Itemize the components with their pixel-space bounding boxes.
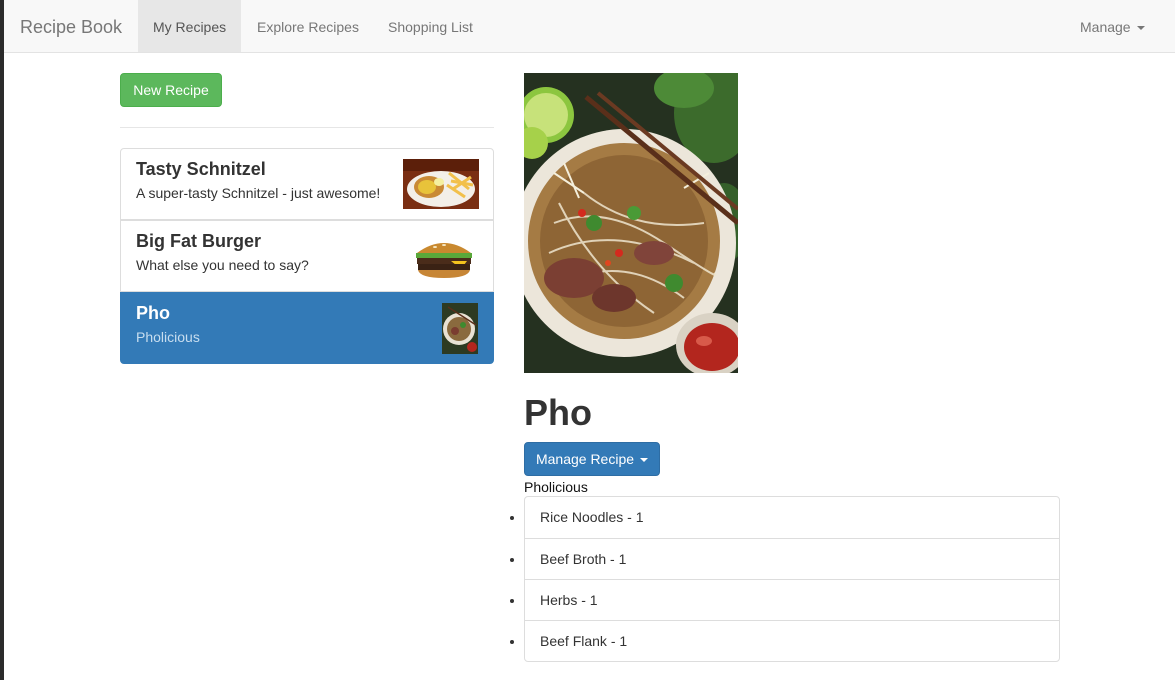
recipe-description: What else you need to say?	[136, 257, 309, 273]
ingredient-item[interactable]: Beef Flank - 1	[525, 620, 1059, 661]
caret-down-icon	[640, 458, 649, 463]
recipe-list-item-pho[interactable]: Pho Pholicious	[120, 292, 494, 364]
new-recipe-button[interactable]: New Recipe	[120, 73, 222, 107]
window-edge	[0, 0, 4, 680]
tab-shopping-list[interactable]: Shopping List	[373, 0, 488, 52]
divider	[120, 127, 494, 128]
recipe-list-item-burger[interactable]: Big Fat Burger What else you need to say…	[120, 220, 494, 292]
recipe-description: Pholicious	[524, 479, 588, 495]
recipe-name: Tasty Schnitzel	[136, 159, 266, 179]
tab-explore-recipes[interactable]: Explore Recipes	[242, 0, 374, 52]
manage-recipe-label: Manage Recipe	[535, 451, 635, 467]
pho-thumbnail	[442, 303, 478, 354]
navbar: Recipe Book My Recipes Explore Recipes S…	[4, 0, 1175, 53]
ingredient-item[interactable]: Herbs - 1	[525, 579, 1059, 620]
recipe-description: A super-tasty Schnitzel - just awesome!	[136, 185, 381, 201]
recipe-name: Pho	[136, 303, 170, 323]
burger-thumbnail	[411, 231, 477, 281]
recipe-list-item-schnitzel[interactable]: Tasty Schnitzel A super-tasty Schnitzel …	[120, 148, 494, 220]
brand-link[interactable]: Recipe Book	[20, 0, 122, 52]
tab-my-recipes[interactable]: My Recipes	[138, 0, 242, 52]
recipe-description: Pholicious	[136, 329, 200, 345]
recipe-name: Big Fat Burger	[136, 231, 262, 251]
recipe-image	[524, 73, 738, 373]
manage-dropdown-label: Manage	[1080, 19, 1131, 35]
schnitzel-thumbnail	[403, 159, 479, 209]
ingredient-list: Rice Noodles - 1 Beef Broth - 1 Herbs - …	[524, 496, 1060, 662]
ingredient-item[interactable]: Beef Broth - 1	[525, 538, 1059, 579]
manage-recipe-button[interactable]: Manage Recipe	[524, 442, 660, 476]
recipe-title: Pho	[524, 392, 592, 433]
manage-dropdown[interactable]: Manage	[1065, 0, 1160, 52]
ingredient-item[interactable]: Rice Noodles - 1	[525, 497, 1059, 538]
caret-down-icon	[1136, 26, 1145, 31]
